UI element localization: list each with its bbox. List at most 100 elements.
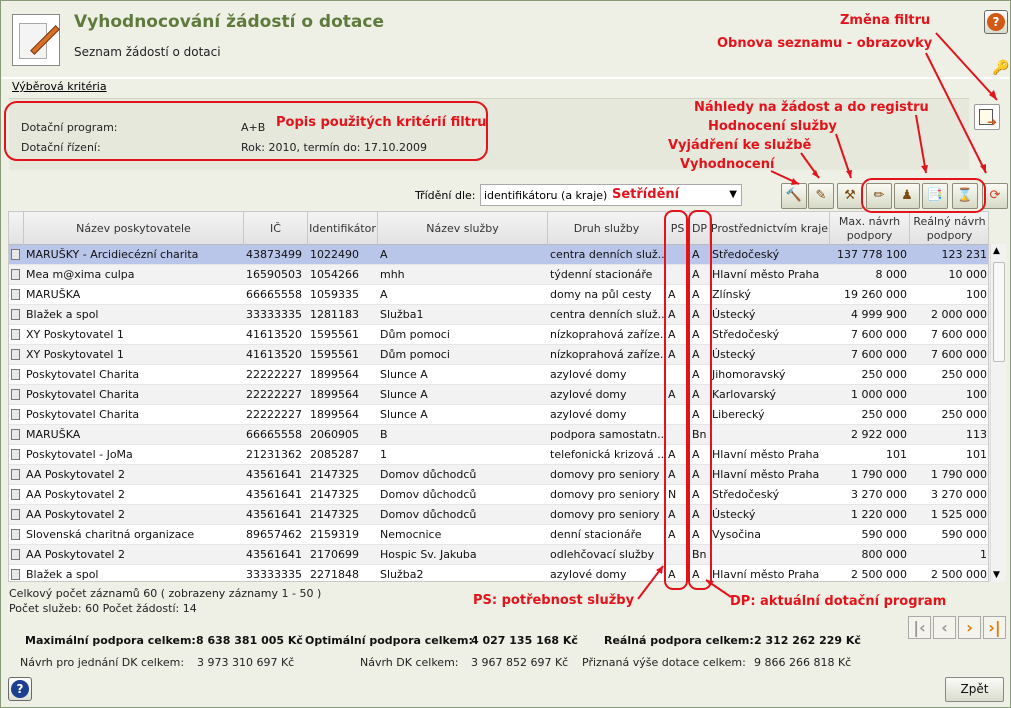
cell-identifier: 1059335 <box>310 288 359 301</box>
header-region[interactable]: Prostřednictvím kraje <box>710 212 830 245</box>
row-select-box[interactable] <box>11 289 20 300</box>
row-select-box[interactable] <box>11 329 20 340</box>
cell-service-type: odlehčovací služby <box>550 548 655 561</box>
scroll-down-icon[interactable]: ▼ <box>993 570 1000 580</box>
row-select-box[interactable] <box>11 509 20 520</box>
table-row[interactable]: Poskytovatel Charita 22222227 1899564 Slunc… <box>9 385 988 405</box>
table-row[interactable]: MARUŠKY - Arcidiecézní charita 43873499 10… <box>9 245 988 265</box>
cell-max-support: 8 000 <box>875 268 908 281</box>
prev-page-button[interactable]: ‹ <box>933 616 956 639</box>
cell-dp: A <box>692 568 700 581</box>
cell-dp: A <box>692 368 700 381</box>
header-real-support[interactable]: Reálný návrh podpory <box>910 212 988 245</box>
row-select-box[interactable] <box>11 369 20 380</box>
vertical-scrollbar[interactable]: ▲ ▼ <box>990 244 1006 582</box>
help-button-bottom[interactable]: ? <box>8 677 32 701</box>
cell-service-name: Slunce A <box>380 368 428 381</box>
header-service-name[interactable]: Název služby <box>378 212 548 245</box>
table-row[interactable]: XY Poskytovatel 1 41613520 1595561 Dům pomo… <box>9 345 988 365</box>
table-row[interactable]: Blažek a spol 33333335 2271848 Služba2 azylo… <box>9 565 988 581</box>
table-row[interactable]: MARUŠKA 66665558 1059335 Adomy na půl cesty… <box>9 285 988 305</box>
documents-icon: 📑 <box>926 188 944 203</box>
header-identifier[interactable]: Identifikátor <box>308 212 378 245</box>
help-button[interactable]: ? <box>984 10 1008 34</box>
row-select-box[interactable] <box>11 309 20 320</box>
table-row[interactable]: MARUŠKA 66665558 2060905 Bpodpora samostatn… <box>9 425 988 445</box>
cell-service-name: Dům pomoci <box>380 348 450 361</box>
header-select-column <box>9 212 24 245</box>
row-select-box[interactable] <box>11 549 20 560</box>
preview-edit-button[interactable]: ✏ <box>866 183 892 209</box>
cell-max-support: 1 220 000 <box>851 508 907 521</box>
preview-documents-button[interactable]: 📑 <box>922 183 948 209</box>
table-row[interactable]: Poskytovatel - JoMa 21231362 2085287 1 telef… <box>9 445 988 465</box>
table-row[interactable]: AA Poskytovatel 2 43561641 2147325 Domov dů… <box>9 465 988 485</box>
cell-real-support: 7 600 000 <box>931 348 987 361</box>
key-icon[interactable]: 🔑 <box>992 60 1009 76</box>
cell-ps: A <box>668 288 676 301</box>
scroll-up-icon[interactable]: ▲ <box>993 246 1000 256</box>
header-ps[interactable]: PS <box>666 212 690 245</box>
sort-select[interactable]: identifikátoru (a kraje) ▼ <box>480 184 742 206</box>
row-select-box[interactable] <box>11 469 20 480</box>
header-ico[interactable]: IČ <box>244 212 308 245</box>
table-row[interactable]: Slovenská charitná organizace 89657462 215… <box>9 525 988 545</box>
row-select-box[interactable] <box>11 429 20 440</box>
statement-button[interactable]: ✎ <box>808 183 834 209</box>
registry-button[interactable]: ⌛ <box>952 183 978 209</box>
table-row[interactable]: Poskytovatel Charita 22222227 1899564 Slunc… <box>9 405 988 425</box>
cell-service-type: centra denních služ... <box>550 308 666 321</box>
header-dp[interactable]: DP <box>690 212 710 245</box>
header-max-support[interactable]: Max. návrh podpory <box>830 212 910 245</box>
row-select-box[interactable] <box>11 249 20 260</box>
refresh-button[interactable]: ⟳ <box>982 183 1008 209</box>
table-row[interactable]: Mea m@xima culpa 16590503 1054266 mhh týdenn… <box>9 265 988 285</box>
row-select-box[interactable] <box>11 349 20 360</box>
row-select-box[interactable] <box>11 569 20 580</box>
row-select-box[interactable] <box>11 489 20 500</box>
first-page-button[interactable]: |‹ <box>908 616 931 639</box>
row-select-box[interactable] <box>11 449 20 460</box>
table-row[interactable]: XY Poskytovatel 1 41613520 1595561 Dům pomo… <box>9 325 988 345</box>
cell-dp: A <box>692 388 700 401</box>
table-row[interactable]: Poskytovatel Charita 22222227 1899564 Slunc… <box>9 365 988 385</box>
row-select-box[interactable] <box>11 269 20 280</box>
cell-service-type: telefonická krizová ... <box>550 448 666 461</box>
preview-person-button[interactable]: ♟ <box>894 183 920 209</box>
header-provider[interactable]: Název poskytovatele <box>24 212 244 245</box>
table-row[interactable]: AA Poskytovatel 2 43561641 2147325 Domov dů… <box>9 485 988 505</box>
header-service-type[interactable]: Druh služby <box>548 212 666 245</box>
cell-real-support: 1 525 000 <box>931 508 987 521</box>
cell-identifier: 1054266 <box>310 268 359 281</box>
cell-service-name: Hospic Sv. Jakuba <box>380 548 477 561</box>
cell-ps: A <box>668 528 676 541</box>
scroll-thumb[interactable] <box>993 262 1005 362</box>
cell-ico: 22222227 <box>246 388 302 401</box>
cell-service-name: Domov důchodců <box>380 468 477 481</box>
cell-service-name: Služba2 <box>380 568 424 581</box>
last-page-button[interactable]: ›| <box>983 616 1006 639</box>
service-rating-button[interactable]: ⚒ <box>837 183 863 209</box>
row-select-box[interactable] <box>11 409 20 420</box>
next-page-button[interactable]: › <box>958 616 981 639</box>
total-opt-label: Optimální podpora celkem: <box>305 634 473 647</box>
cell-region: Hlavní město Praha <box>712 568 820 581</box>
table-row[interactable]: AA Poskytovatel 2 43561641 2170699 Hospic S… <box>9 545 988 565</box>
cell-ico: 43561641 <box>246 488 302 501</box>
table-row[interactable]: AA Poskytovatel 2 43561641 2147325 Domov dů… <box>9 505 988 525</box>
evaluation-icon: 🔨 <box>785 188 803 203</box>
cell-service-type: domovy pro seniory <box>550 508 660 521</box>
cell-max-support: 2 500 000 <box>851 568 907 581</box>
cell-identifier: 1899564 <box>310 408 359 421</box>
annotation-dp: DP: aktuální dotační program <box>730 594 947 609</box>
annotation-ps: PS: potřebnost služby <box>473 593 635 608</box>
cell-service-type: azylové domy <box>550 368 627 381</box>
evaluation-button[interactable]: 🔨 <box>781 183 807 209</box>
row-select-box[interactable] <box>11 389 20 400</box>
total-real-value: 2 312 262 229 Kč <box>754 634 861 647</box>
cell-provider: Slovenská charitná organizace <box>26 528 195 541</box>
change-filter-button[interactable]: ➜ <box>974 104 1000 130</box>
back-button[interactable]: Zpět <box>945 677 1004 702</box>
table-row[interactable]: Blažek a spol 33333335 1281183 Služba1 centr… <box>9 305 988 325</box>
row-select-box[interactable] <box>11 529 20 540</box>
